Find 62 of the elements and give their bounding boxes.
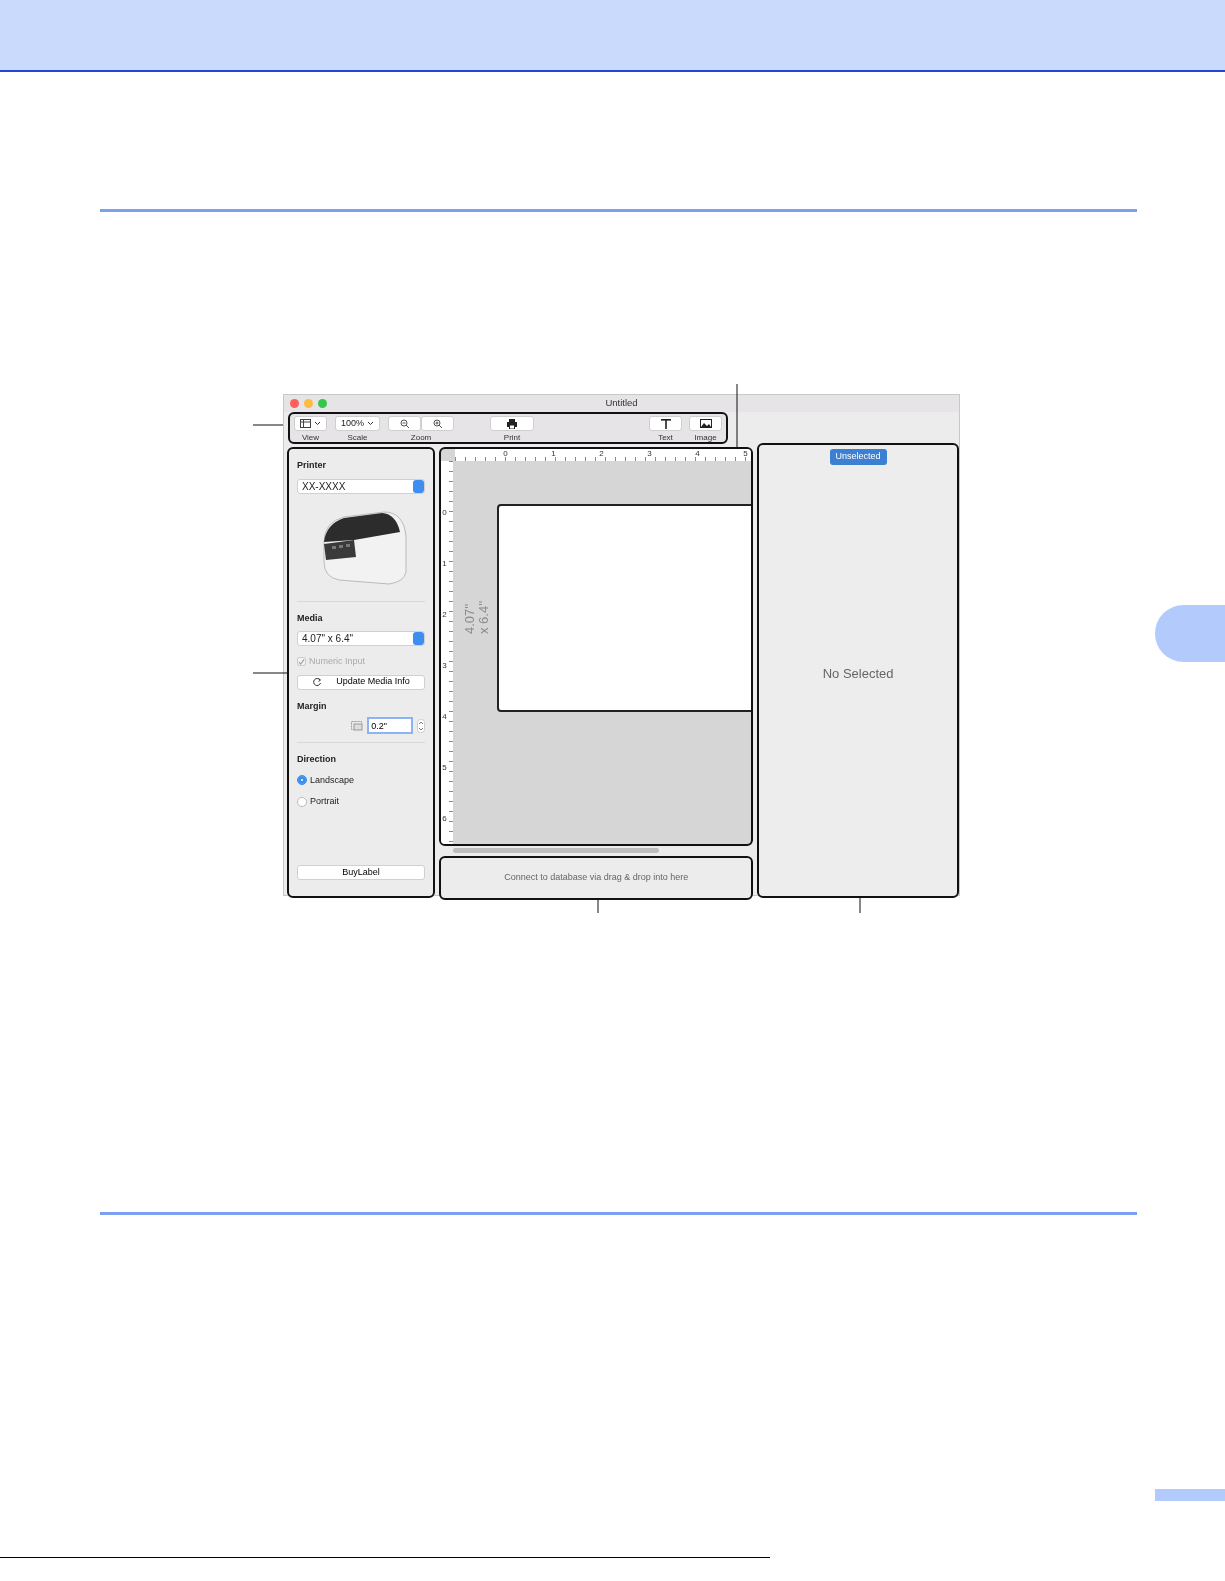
- ruler-number: 4: [442, 713, 447, 721]
- ruler-number: 2: [599, 450, 604, 458]
- section-heading: Direction: [297, 753, 337, 766]
- buy-label-button[interactable]: BuyLabel: [297, 865, 426, 880]
- text-tool-icon: [660, 418, 671, 429]
- label-size-text: x 6.4'': [477, 600, 492, 634]
- ruler-number: 0: [442, 509, 447, 517]
- radio-label: Portrait: [310, 795, 339, 808]
- view-button[interactable]: [294, 416, 327, 431]
- radio-button[interactable]: [297, 775, 307, 786]
- ruler-number: 0: [503, 450, 508, 458]
- leader-line: [253, 424, 284, 426]
- checkbox-label: Numeric Input: [309, 655, 366, 668]
- toolbar-label: View: [301, 432, 320, 444]
- leader-line: [597, 897, 599, 914]
- ruler-number: 6: [442, 815, 447, 823]
- radio-button[interactable]: [297, 796, 307, 807]
- toolbar-label: Text: [658, 432, 673, 444]
- section-heading: Printer: [297, 459, 327, 472]
- ruler-number: 2: [442, 611, 447, 619]
- empty-message: No Selected: [822, 664, 894, 683]
- ruler-number: 3: [442, 662, 447, 670]
- toolbar-label: Image: [694, 432, 717, 444]
- media-select[interactable]: 4.07" x 6.4": [297, 631, 426, 646]
- window-title: Untitled: [605, 396, 638, 411]
- toolbar-label: Print: [503, 432, 521, 444]
- ruler-number: 5: [442, 764, 447, 772]
- zoom-in-icon: [432, 418, 443, 429]
- stepper-icon: [417, 718, 426, 733]
- section-heading: Media: [297, 611, 324, 625]
- ruler-number: 1: [551, 450, 556, 458]
- label-size-text: 4.07'': [463, 602, 478, 634]
- ruler-number: 3: [647, 450, 652, 458]
- ruler-number: 1: [442, 560, 447, 568]
- radio-label: Landscape: [310, 773, 355, 787]
- print-button[interactable]: [490, 416, 535, 431]
- update-media-button[interactable]: Update Media Info: [297, 674, 426, 690]
- printer-select[interactable]: XX-XXXX: [297, 478, 426, 494]
- chevron-icon: [314, 421, 321, 426]
- scale-dropdown[interactable]: 100%: [335, 416, 381, 431]
- stepper-icon: [413, 632, 425, 645]
- toolbar-label: Zoom: [410, 432, 432, 444]
- zoom-out-button[interactable]: [388, 416, 422, 431]
- printer-icon: [507, 418, 518, 429]
- inspector-tab[interactable]: Unselected: [829, 449, 887, 465]
- ruler-number: 4: [695, 450, 700, 458]
- margin-icon: [351, 720, 364, 731]
- zoom-out-icon: [399, 418, 410, 429]
- refresh-icon: [312, 677, 323, 687]
- ruler-number: 5: [743, 450, 748, 458]
- toolbar-label: Scale: [347, 432, 368, 444]
- database-drop-area[interactable]: Connect to database via drag & drop into here: [439, 856, 754, 900]
- margin-field[interactable]: 0.2": [367, 717, 414, 734]
- stepper-icon: [413, 479, 425, 493]
- image-tool-button[interactable]: [689, 416, 722, 431]
- zoom-in-button[interactable]: [421, 416, 455, 431]
- sidebar-icon: [300, 419, 311, 428]
- picture-icon: [699, 419, 712, 428]
- text-tool-button[interactable]: [649, 416, 682, 431]
- chevron-icon: [367, 421, 375, 426]
- section-heading: Margin: [297, 699, 328, 713]
- page-number-box: [1155, 1489, 1225, 1501]
